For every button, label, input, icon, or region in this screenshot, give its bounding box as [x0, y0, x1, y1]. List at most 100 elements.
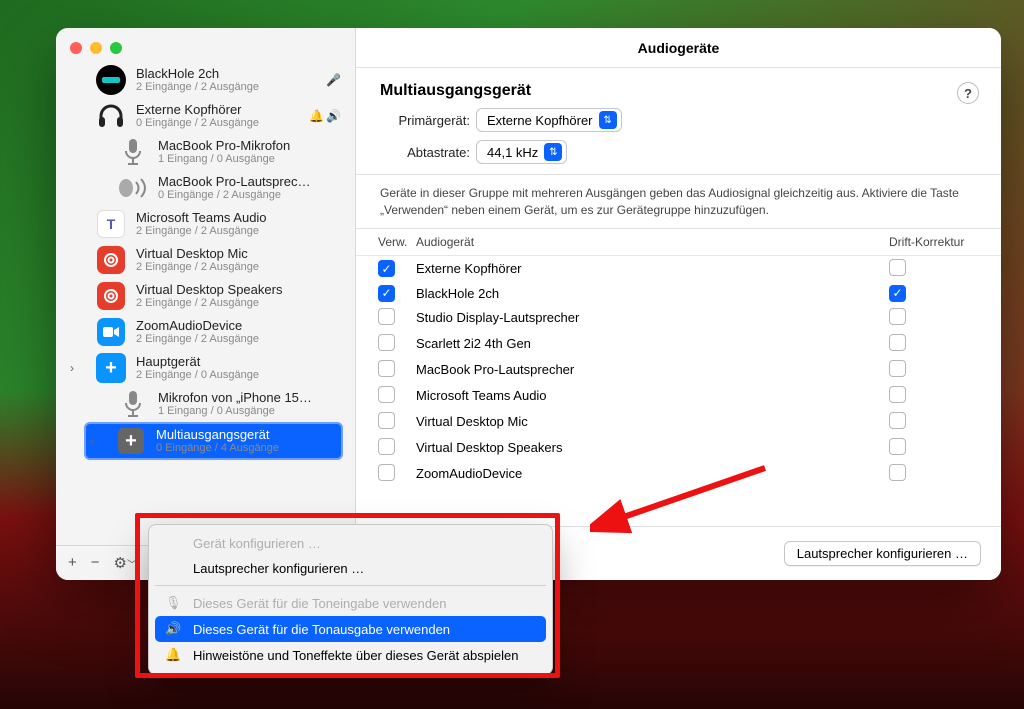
zoom-icon: [94, 315, 128, 349]
device-name: Microsoft Teams Audio: [136, 210, 341, 226]
teams-icon: T: [94, 207, 128, 241]
zoom-icon[interactable]: [110, 42, 122, 54]
table-row: ZoomAudioDevice: [356, 461, 1001, 487]
speaker-icon: [116, 171, 150, 205]
device-badges: 🔔🔊: [309, 109, 341, 123]
help-button[interactable]: ?: [957, 82, 979, 104]
device-row[interactable]: BlackHole 2ch2 Eingänge / 2 Ausgänge🎤: [56, 62, 351, 98]
menu-item[interactable]: 🔔Hinweistöne und Toneffekte über dieses …: [155, 642, 546, 668]
window-controls: [56, 28, 355, 62]
device-row[interactable]: Virtual Desktop Speakers2 Eingänge / 2 A…: [56, 278, 351, 314]
use-checkbox[interactable]: [378, 386, 395, 403]
row-device-name: ZoomAudioDevice: [416, 466, 881, 481]
primary-device-select[interactable]: Externe Kopfhörer ⇅: [476, 108, 622, 132]
chevron-updown-icon: ⇅: [599, 111, 617, 129]
row-device-name: Virtual Desktop Speakers: [416, 440, 881, 455]
row-device-name: Virtual Desktop Mic: [416, 414, 881, 429]
device-row[interactable]: ZoomAudioDevice2 Eingänge / 2 Ausgänge: [56, 314, 351, 350]
config-section: ? Multiausgangsgerät Primärgerät: Extern…: [356, 68, 1001, 174]
window-title: Audiogeräte: [356, 28, 1001, 68]
device-row[interactable]: Virtual Desktop Mic2 Eingänge / 2 Ausgän…: [56, 242, 351, 278]
device-row[interactable]: Mikrofon von „iPhone 15…1 Eingang / 0 Au…: [56, 386, 351, 422]
alert-badge-icon: 🔔: [309, 109, 324, 123]
use-checkbox[interactable]: [378, 308, 395, 325]
add-device-button[interactable]: +: [68, 554, 77, 572]
sample-rate-select[interactable]: 44,1 kHz ⇅: [476, 140, 567, 164]
device-name: Externe Kopfhörer: [136, 102, 301, 118]
use-checkbox[interactable]: ✓: [378, 260, 395, 277]
device-name: Multiausgangsgerät: [156, 427, 337, 443]
device-row[interactable]: › + Multiausgangsgerät0 Eingänge / 4 Ausgä…: [84, 422, 343, 460]
use-checkbox[interactable]: [378, 438, 395, 455]
drift-checkbox[interactable]: [889, 412, 906, 429]
use-checkbox[interactable]: [378, 360, 395, 377]
device-subtitle: 0 Eingänge / 4 Ausgänge: [156, 442, 337, 455]
remove-device-button[interactable]: −: [91, 554, 100, 572]
disclosure-icon[interactable]: ›: [70, 361, 86, 375]
device-name: Hauptgerät: [136, 354, 341, 370]
menu-item: 🎙Dieses Gerät für die Toneingabe verwend…: [155, 590, 546, 616]
row-device-name: Microsoft Teams Audio: [416, 388, 881, 403]
device-row[interactable]: MacBook Pro-Mikrofon1 Eingang / 0 Ausgän…: [56, 134, 351, 170]
row-device-name: Studio Display-Lautsprecher: [416, 310, 881, 325]
menu-item[interactable]: 🔊 Dieses Gerät für die Tonausgabe verwend…: [155, 616, 546, 642]
device-name: Mikrofon von „iPhone 15…: [158, 390, 341, 406]
audio-midi-setup-window: BlackHole 2ch2 Eingänge / 2 Ausgänge🎤Ext…: [56, 28, 1001, 580]
device-name: ZoomAudioDevice: [136, 318, 341, 334]
device-subtitle: 2 Eingänge / 2 Ausgänge: [136, 81, 318, 94]
device-row[interactable]: MacBook Pro-Lautsprec…0 Eingänge / 2 Aus…: [56, 170, 351, 206]
drift-checkbox[interactable]: [889, 360, 906, 377]
drift-checkbox[interactable]: [889, 308, 906, 325]
device-subtitle: 1 Eingang / 0 Ausgänge: [158, 405, 341, 418]
detail-panel: Audiogeräte ? Multiausgangsgerät Primärg…: [356, 28, 1001, 580]
minimize-icon[interactable]: [90, 42, 102, 54]
device-subtitle: 2 Eingänge / 2 Ausgänge: [136, 333, 341, 346]
primary-device-value: Externe Kopfhörer: [487, 113, 593, 128]
menu-item: Gerät konfigurieren …: [155, 531, 546, 556]
chevron-updown-icon: ⇅: [544, 143, 562, 161]
configure-speakers-button[interactable]: Lautsprecher konfigurieren …: [784, 541, 981, 566]
use-checkbox[interactable]: ✓: [378, 285, 395, 302]
drift-checkbox[interactable]: [889, 438, 906, 455]
close-icon[interactable]: [70, 42, 82, 54]
speaker-icon: 🔊: [165, 621, 183, 637]
device-row[interactable]: ›+Hauptgerät2 Eingänge / 0 Ausgänge: [56, 350, 351, 386]
use-checkbox[interactable]: [378, 464, 395, 481]
drift-checkbox[interactable]: [889, 386, 906, 403]
device-row[interactable]: Externe Kopfhörer0 Eingänge / 2 Ausgänge…: [56, 98, 351, 134]
menu-item[interactable]: Lautsprecher konfigurieren …: [155, 556, 546, 581]
speaker-badge-icon: 🔊: [326, 109, 341, 123]
description-text: Geräte in dieser Gruppe mit mehreren Aus…: [356, 174, 1001, 228]
row-device-name: MacBook Pro-Lautsprecher: [416, 362, 881, 377]
sample-rate-label: Abtastrate:: [380, 145, 470, 160]
row-device-name: Externe Kopfhörer: [416, 261, 881, 276]
menu-item-label: Lautsprecher konfigurieren …: [193, 561, 364, 576]
table-row: Virtual Desktop Speakers: [356, 435, 1001, 461]
device-row[interactable]: T Microsoft Teams Audio2 Eingänge / 2 Aus…: [56, 206, 351, 242]
multiOut-icon: +: [114, 424, 148, 458]
device-list: BlackHole 2ch2 Eingänge / 2 Ausgänge🎤Ext…: [56, 62, 355, 545]
disclosure-icon[interactable]: ›: [90, 434, 106, 448]
settings-gear-icon[interactable]: ⚙︎﹀: [114, 554, 137, 572]
drift-checkbox[interactable]: [889, 464, 906, 481]
table-row: ✓ Externe Kopfhörer: [356, 256, 1001, 282]
menu-item-label: Dieses Gerät für die Toneingabe verwende…: [193, 596, 446, 611]
device-subtitle: 2 Eingänge / 2 Ausgänge: [136, 225, 341, 238]
drift-checkbox[interactable]: [889, 334, 906, 351]
menu-item-label: Dieses Gerät für die Tonausgabe verwende…: [193, 622, 450, 637]
table-row: Microsoft Teams Audio: [356, 383, 1001, 409]
use-checkbox[interactable]: [378, 412, 395, 429]
iphone-mic-icon: [116, 387, 150, 421]
device-subtitle: 2 Eingänge / 2 Ausgänge: [136, 261, 341, 274]
device-heading: Multiausgangsgerät: [380, 82, 977, 100]
use-checkbox[interactable]: [378, 334, 395, 351]
device-subtitle: 0 Eingänge / 2 Ausgänge: [158, 189, 341, 202]
device-subtitle: 1 Eingang / 0 Ausgänge: [158, 153, 341, 166]
device-name: MacBook Pro-Mikrofon: [158, 138, 341, 154]
drift-checkbox[interactable]: ✓: [889, 285, 906, 302]
table-row: ✓BlackHole 2ch✓: [356, 282, 1001, 305]
sidebar: BlackHole 2ch2 Eingänge / 2 Ausgänge🎤Ext…: [56, 28, 356, 580]
table-row: Virtual Desktop Mic: [356, 409, 1001, 435]
mic-badge-icon: 🎤: [326, 73, 341, 87]
drift-checkbox[interactable]: [889, 259, 906, 276]
